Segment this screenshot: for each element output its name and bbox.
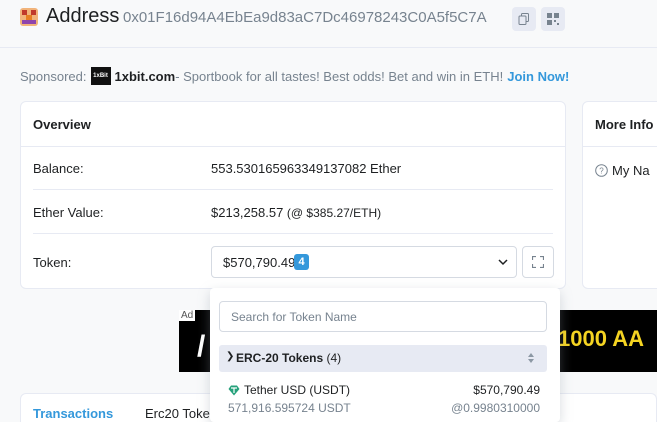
erc20-group-count: (4) — [326, 351, 342, 365]
more-info-card-header: More Info — [583, 102, 657, 147]
svg-text:?: ? — [599, 167, 604, 176]
ad-banner-right[interactable]: 1000 AA — [556, 310, 657, 372]
qr-code-icon — [547, 13, 559, 25]
copy-address-button[interactable] — [512, 7, 536, 31]
token-dropdown-menu: Search for Token Name ❯ ERC-20 Tokens (4… — [210, 288, 560, 422]
erc20-tokens-group-header[interactable]: ❯ ERC-20 Tokens (4) — [219, 345, 547, 372]
ad-graphic: / — [197, 330, 206, 363]
sponsored-banner: Sponsored: 1xBit 1xbit.com - Sportbook f… — [20, 67, 569, 85]
address-hash: 0x01F16d94A4EbEa9d83aC7Dc46978243C0A5f5C… — [123, 9, 487, 26]
token-total-value: $570,790.49 — [223, 255, 296, 270]
ad-tag: Ad — [179, 310, 196, 321]
address-header: Address 0x01F16d94A4EbEa9d83aC7Dc4697824… — [0, 0, 657, 48]
token-item-price: @0.9980310000 — [451, 401, 540, 415]
sponsored-label: Sponsored: — [20, 68, 87, 84]
ad-text: 1000 AA — [558, 326, 645, 351]
sort-icon[interactable] — [527, 351, 535, 365]
help-circle-icon[interactable]: ? — [595, 164, 608, 177]
erc20-group-label: ERC-20 Tokens (4) — [236, 351, 341, 365]
overview-title: Overview — [33, 117, 91, 132]
overview-card: Overview Balance: 553.530165963349137082… — [20, 101, 566, 289]
tab-erc20-token-txns[interactable]: Erc20 Toke — [145, 406, 210, 421]
sponsor-brand-link[interactable]: 1xbit.com — [115, 69, 176, 84]
tether-icon — [228, 385, 240, 395]
token-label: Token: — [33, 255, 72, 270]
ether-value-amount: $213,258.57 — [211, 205, 284, 220]
my-name-tag-label: My Na — [612, 163, 650, 178]
divider — [33, 189, 553, 190]
divider — [33, 233, 553, 234]
page-title: Address — [46, 5, 120, 27]
my-name-tag-row: ? My Na — [595, 163, 650, 178]
token-search-placeholder: Search for Token Name — [231, 310, 357, 324]
overview-card-header: Overview — [21, 102, 565, 147]
balance-value: 553.530165963349137082 Ether — [211, 161, 402, 176]
ether-price: (@ $385.27/ETH) — [286, 206, 382, 220]
token-item-quantity: 571,916.595724 USDT — [228, 401, 351, 415]
more-info-title: More Info — [595, 117, 654, 132]
erc20-group-title: ERC-20 Tokens — [236, 351, 324, 365]
token-count-badge: 4 — [294, 254, 309, 270]
balance-label: Balance: — [33, 161, 84, 176]
more-info-card: More Info ? My Na — [582, 101, 657, 289]
address-avatar-icon — [20, 8, 38, 26]
token-search-input[interactable]: Search for Token Name — [219, 301, 547, 332]
token-item-value: $570,790.49 — [473, 383, 540, 397]
qr-code-button[interactable] — [541, 7, 565, 31]
expand-icon — [532, 256, 544, 268]
tab-transactions[interactable]: Transactions — [33, 406, 113, 421]
expand-token-view-button[interactable] — [522, 246, 554, 278]
token-name: Tether USD (USDT) — [244, 383, 351, 397]
ether-value: $213,258.57 (@ $385.27/ETH) — [211, 205, 381, 220]
ether-value-label: Ether Value: — [33, 205, 104, 220]
sponsor-logo: 1xBit — [90, 67, 111, 85]
token-holdings-dropdown[interactable]: $570,790.49 4 — [211, 246, 517, 278]
sponsor-text: - Sportbook for all tastes! Best odds! B… — [175, 68, 504, 84]
chevron-right-icon: ❯ — [226, 351, 235, 362]
token-item-name[interactable]: Tether USD (USDT) — [228, 383, 350, 397]
copy-icon — [518, 13, 529, 25]
join-now-link[interactable]: Join Now! — [507, 69, 569, 84]
chevron-down-icon — [498, 259, 508, 266]
